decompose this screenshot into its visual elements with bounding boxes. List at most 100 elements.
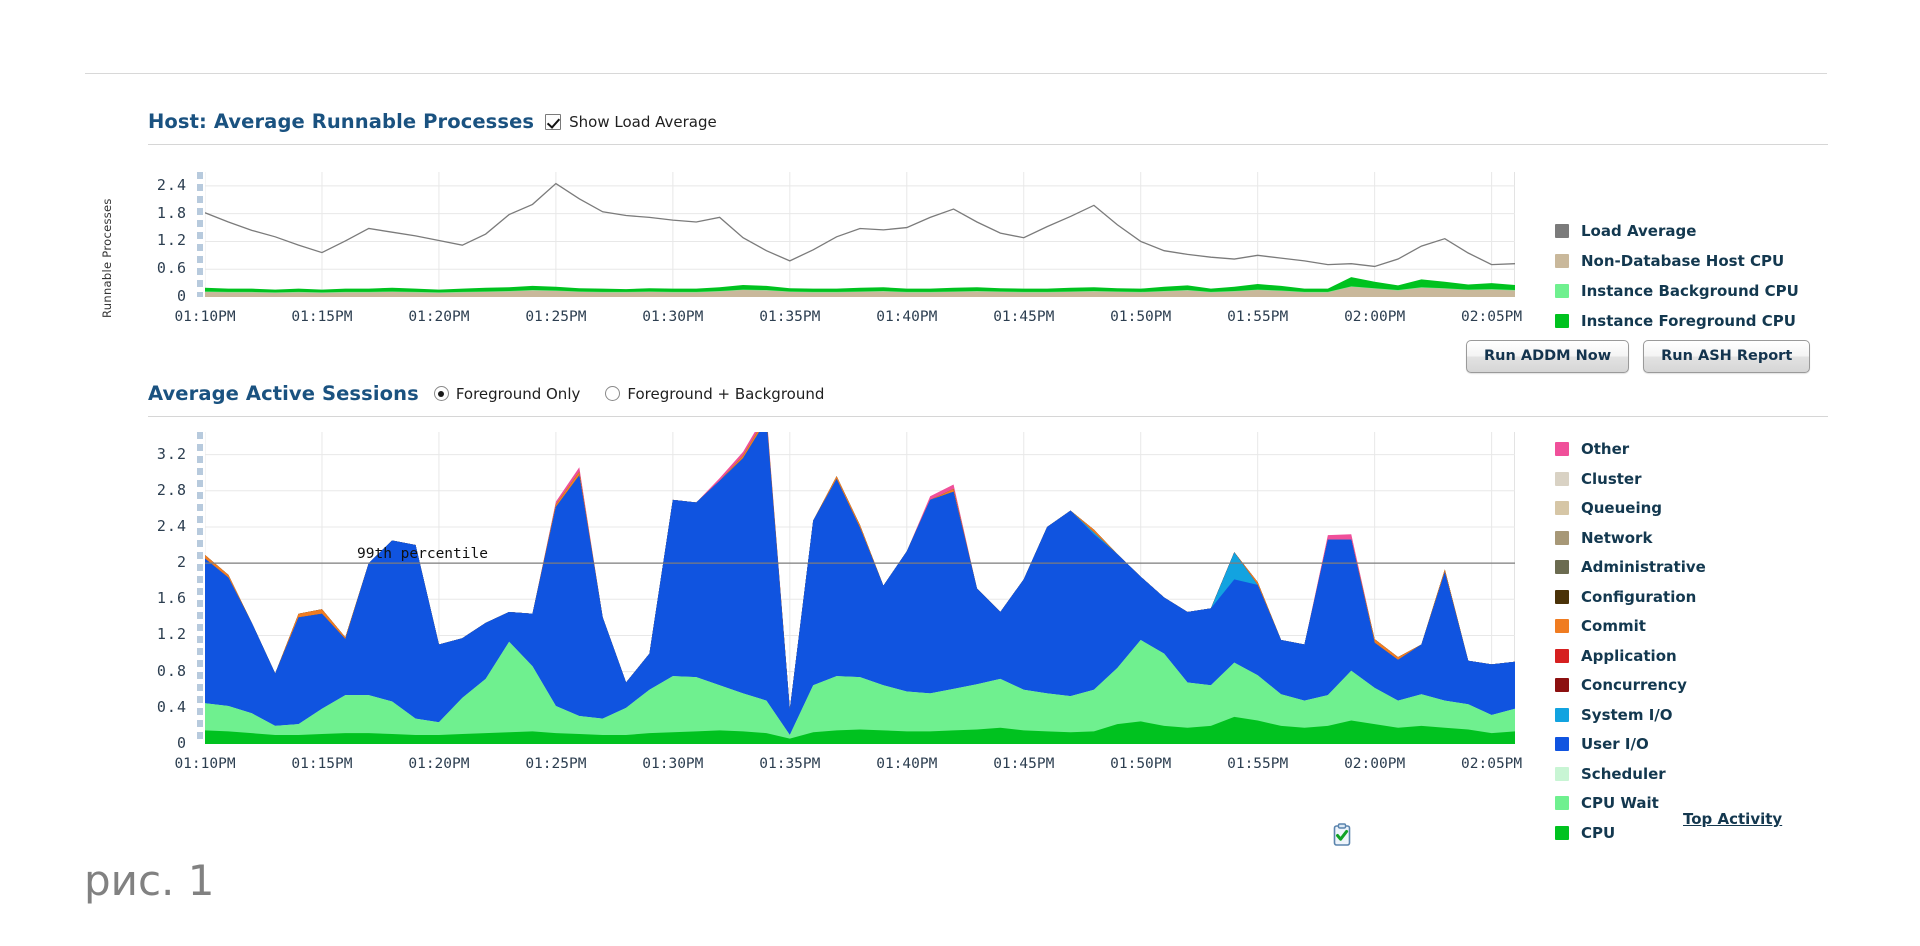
legend-label: Network: [1581, 528, 1653, 547]
clipboard-check-icon[interactable]: [1332, 823, 1352, 851]
sessions-panel-header: Average Active Sessions Foreground Only …: [148, 382, 824, 405]
legend-swatch: [1555, 678, 1569, 692]
legend-item[interactable]: Configuration: [1555, 588, 1706, 606]
legend-item[interactable]: Other: [1555, 440, 1706, 458]
legend-label: Queueing: [1581, 499, 1663, 517]
sessions-chart-legend: Other Cluster Queueing Network Administrativ…: [1555, 440, 1706, 842]
y-axis-spine: [197, 432, 203, 744]
legend-label: Scheduler: [1581, 764, 1666, 783]
legend-item[interactable]: System I/O: [1555, 706, 1706, 724]
x-tick-label: 01:45PM: [993, 309, 1055, 325]
y-tick-label: 2: [176, 553, 187, 572]
figure-caption: рис. 1: [84, 856, 215, 905]
sessions-panel-divider: [148, 416, 1828, 417]
legend-swatch: [1555, 314, 1569, 328]
y-axis-spine: [197, 172, 203, 297]
x-tick-label: 01:50PM: [1110, 309, 1172, 325]
top-activity-link[interactable]: Top Activity: [1683, 810, 1782, 828]
x-tick-label: 01:20PM: [408, 756, 470, 772]
legend-swatch: [1555, 471, 1569, 486]
legend-swatch: [1555, 284, 1569, 298]
y-tick-label: 2.4: [156, 516, 187, 535]
y-tick-label: 2.4: [156, 175, 187, 194]
legend-item[interactable]: Instance Foreground CPU: [1555, 312, 1799, 330]
x-tick-label: 01:30PM: [642, 309, 704, 325]
legend-swatch: [1555, 224, 1569, 238]
x-tick-label: 01:55PM: [1227, 309, 1289, 325]
x-tick-label: 01:35PM: [759, 309, 821, 325]
legend-swatch: [1555, 589, 1569, 604]
y-tick-label: 0.6: [156, 259, 187, 278]
radio-foreground-background-label: Foreground + Background: [627, 384, 825, 403]
legend-item[interactable]: Cluster: [1555, 470, 1706, 488]
radio-foreground-only-input[interactable]: [433, 386, 449, 401]
legend-item[interactable]: Commit: [1555, 617, 1706, 635]
legend-label: Administrative: [1581, 558, 1706, 576]
legend-item[interactable]: Load Average: [1555, 222, 1799, 240]
legend-swatch: [1555, 648, 1569, 663]
legend-item[interactable]: Application: [1555, 647, 1706, 665]
sessions-panel-title: Average Active Sessions: [148, 382, 419, 405]
y-tick-label: 1.2: [156, 231, 187, 250]
x-tick-label: 02:05PM: [1461, 756, 1523, 772]
legend-label: Commit: [1581, 617, 1646, 635]
legend-item[interactable]: Administrative: [1555, 558, 1706, 576]
legend-item[interactable]: Instance Background CPU: [1555, 282, 1799, 300]
legend-label: System I/O: [1581, 705, 1673, 724]
legend-swatch: [1555, 766, 1569, 781]
top-divider: [85, 73, 1827, 74]
x-tick-label: 01:50PM: [1110, 756, 1172, 772]
legend-swatch: [1555, 501, 1569, 515]
legend-swatch: [1555, 254, 1569, 268]
legend-item[interactable]: Queueing: [1555, 499, 1706, 517]
run-ash-report-button[interactable]: Run ASH Report: [1643, 340, 1811, 373]
legend-label: Configuration: [1581, 587, 1697, 606]
x-tick-label: 01:30PM: [642, 756, 704, 772]
x-tick-label: 01:55PM: [1227, 756, 1289, 772]
x-tick-label: 01:40PM: [876, 756, 938, 772]
legend-swatch: [1555, 560, 1569, 574]
x-tick-label: 02:00PM: [1344, 309, 1406, 325]
legend-swatch: [1555, 737, 1569, 751]
host-chart-legend: Load Average Non-Database Host CPU Instanc…: [1555, 222, 1799, 330]
x-tick-label: 01:45PM: [993, 756, 1055, 772]
show-load-average-checkbox[interactable]: [545, 113, 562, 130]
x-tick-label: 02:05PM: [1461, 309, 1523, 325]
y-tick-label: 0.4: [156, 697, 187, 716]
legend-swatch: [1555, 442, 1569, 456]
legend-item[interactable]: User I/O: [1555, 735, 1706, 753]
legend-swatch: [1555, 619, 1569, 633]
y-tick-label: 2.8: [156, 480, 187, 499]
x-tick-label: 01:15PM: [291, 309, 353, 325]
legend-label: Other: [1581, 440, 1630, 458]
show-load-average-control[interactable]: Show Load Average: [545, 113, 717, 131]
x-tick-label: 01:20PM: [408, 309, 470, 325]
legend-item[interactable]: Network: [1555, 529, 1706, 547]
show-load-average-label: Show Load Average: [569, 112, 717, 131]
radio-foreground-only[interactable]: Foreground Only: [433, 384, 581, 403]
y-tick-label: 0: [176, 287, 187, 305]
x-tick-label: 01:10PM: [174, 756, 236, 772]
legend-label: Load Average: [1581, 222, 1697, 240]
action-button-row: Run ADDM Now Run ASH Report: [1466, 340, 1811, 373]
legend-label: Non-Database Host CPU: [1581, 252, 1785, 270]
legend-item[interactable]: Scheduler: [1555, 765, 1706, 783]
legend-item[interactable]: Non-Database Host CPU: [1555, 252, 1799, 270]
y-tick-label: 1.8: [156, 203, 187, 222]
x-tick-label: 01:35PM: [759, 756, 821, 772]
legend-label: User I/O: [1581, 735, 1649, 753]
radio-foreground-background[interactable]: Foreground + Background: [605, 385, 824, 403]
legend-swatch: [1555, 796, 1569, 810]
radio-foreground-background-input[interactable]: [605, 386, 621, 401]
legend-swatch: [1555, 825, 1569, 840]
y-tick-label: 3.2: [156, 444, 187, 463]
run-addm-now-button[interactable]: Run ADDM Now: [1466, 340, 1630, 373]
radio-foreground-only-label: Foreground Only: [455, 384, 581, 403]
legend-label: Application: [1581, 646, 1677, 665]
legend-swatch: [1555, 707, 1569, 722]
legend-label: CPU: [1581, 823, 1616, 842]
x-tick-label: 01:10PM: [174, 309, 236, 325]
legend-item[interactable]: Concurrency: [1555, 676, 1706, 694]
y-tick-label: 1.6: [156, 589, 187, 608]
host-chart-plot-area: [205, 172, 1515, 297]
